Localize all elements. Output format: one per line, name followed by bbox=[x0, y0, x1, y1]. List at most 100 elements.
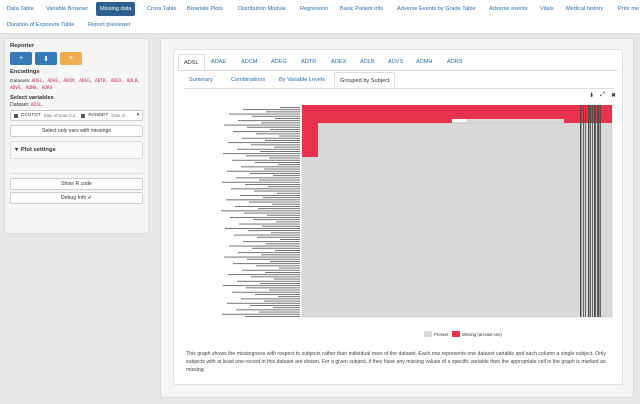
heatmap-row-label bbox=[277, 192, 300, 194]
plot-settings-toggle[interactable]: ▾ Plot settings bbox=[10, 141, 143, 159]
heatmap-row-label bbox=[248, 230, 300, 232]
tab-summary[interactable]: Summary bbox=[184, 72, 218, 88]
tab-adlb[interactable]: ADLB bbox=[355, 54, 380, 70]
heatmap-column-marker bbox=[580, 105, 582, 317]
nav-tab-data-table[interactable]: Data Table bbox=[3, 2, 38, 16]
tab-adcm[interactable]: ADCM bbox=[236, 54, 262, 70]
nav-tab-variable-browser[interactable]: Variable Browser bbox=[42, 2, 92, 16]
heatmap-row-label bbox=[239, 223, 300, 225]
heatmap-separator bbox=[318, 123, 564, 124]
reset-report-button[interactable]: × bbox=[60, 52, 82, 65]
heatmap-row-label bbox=[245, 316, 300, 317]
heatmap-row-label bbox=[270, 261, 300, 262]
nav-tab-distribution-module[interactable]: Distribution Module bbox=[234, 2, 290, 16]
tabs-divider bbox=[178, 70, 618, 71]
tab-adae[interactable]: ADAE bbox=[206, 54, 231, 70]
heatmap-column-marker bbox=[600, 105, 601, 317]
download-report-button[interactable]: ⬇ bbox=[35, 52, 57, 65]
heatmap-row-label bbox=[257, 236, 300, 238]
heatmap-row-label bbox=[222, 313, 300, 315]
encodings-sidebar: Reporter + ⬇ × Encodings Datasets: ADSL,… bbox=[4, 38, 149, 234]
heatmap-row-label bbox=[232, 291, 300, 293]
heatmap-row-label bbox=[223, 285, 300, 287]
tab-combinations[interactable]: Combinations bbox=[226, 72, 270, 88]
heatmap-row-label bbox=[240, 195, 300, 196]
dataset-label: Dataset: bbox=[10, 102, 30, 108]
heatmap-row-label bbox=[250, 305, 300, 306]
close-icon[interactable]: ✖ bbox=[611, 92, 616, 99]
heatmap-row-label bbox=[272, 203, 300, 205]
heatmap-row-label bbox=[236, 177, 300, 179]
heatmap-row-label bbox=[223, 153, 300, 155]
debug-info-button[interactable]: Debug Info ✔ bbox=[10, 192, 143, 204]
reporter-label: Reporter bbox=[10, 43, 35, 49]
add-card-button[interactable]: + bbox=[10, 52, 32, 65]
tab-advs[interactable]: ADVS bbox=[383, 54, 408, 70]
heatmap-row-label bbox=[266, 243, 300, 245]
dataset-value: ADSL bbox=[30, 103, 42, 108]
nav-tab-basic-patient-info[interactable]: Basic Patient info bbox=[336, 2, 387, 16]
heatmap-row-label bbox=[245, 184, 300, 185]
heatmap-row-label bbox=[280, 107, 300, 108]
heatmap-row-label bbox=[252, 115, 300, 117]
tab-adex[interactable]: ADEX bbox=[326, 54, 351, 70]
heatmap-row-label bbox=[251, 276, 300, 278]
expand-icon[interactable]: ⤢ bbox=[600, 92, 605, 99]
heatmap-row-label bbox=[278, 164, 300, 166]
variable-select[interactable]: DCUTDT Date of Data Cut... RANDDT Date o… bbox=[10, 110, 143, 121]
tab-grouped-by-subject[interactable]: Grouped by Subject bbox=[334, 72, 396, 88]
heatmap-row-label bbox=[233, 131, 300, 133]
nav-tab-cross-table[interactable]: Cross Table bbox=[143, 2, 180, 16]
download-icon[interactable]: ⬇ bbox=[589, 92, 594, 99]
nav-tab-vitals[interactable]: Vitals bbox=[536, 2, 558, 16]
heatmap-row-label bbox=[261, 254, 300, 256]
nav-tab-medical-history[interactable]: Medical history bbox=[562, 2, 607, 16]
selected-var-name: RANDDT bbox=[88, 113, 109, 118]
heatmap-cell-present bbox=[452, 119, 466, 122]
nav-tab-duration-of-exposure[interactable]: Duration of Exposure Table bbox=[3, 18, 78, 32]
nav-tab-ae-by-grade[interactable]: Adverse Events by Grade Table bbox=[393, 2, 480, 16]
heatmap-row-label bbox=[255, 294, 300, 295]
show-r-code-button[interactable]: Show R code bbox=[10, 178, 143, 190]
heatmap-row-label bbox=[227, 302, 300, 304]
heatmap-row-label bbox=[222, 181, 300, 183]
heatmap-row-label bbox=[265, 140, 300, 141]
heatmap-row-label bbox=[280, 239, 300, 240]
heatmap-row-label bbox=[226, 199, 300, 201]
nav-tab-prior-me[interactable]: Prior me bbox=[614, 2, 640, 16]
heatmap-row-label bbox=[247, 126, 300, 128]
heatmap-row-label bbox=[242, 269, 300, 271]
nav-tab-regression[interactable]: Regression bbox=[296, 2, 332, 16]
heatmap-row-label bbox=[237, 280, 300, 282]
nav-tab-bivariate-plots[interactable]: Bivariate Plots bbox=[183, 2, 227, 16]
tab-adeg[interactable]: ADEG bbox=[266, 54, 292, 70]
legend-swatch-missing bbox=[452, 331, 460, 337]
heatmap-row-label bbox=[256, 133, 300, 135]
plot-settings-label: Plot settings bbox=[20, 147, 56, 153]
chevron-down-icon: ▾ bbox=[136, 113, 139, 118]
top-navigation: Data Table Variable Browser Missing data… bbox=[0, 0, 640, 34]
legend-label-missing: Missing (at least one) bbox=[462, 332, 502, 337]
heatmap-cell-missing bbox=[302, 105, 612, 113]
heatmap-row-label bbox=[264, 300, 300, 302]
heatmap-column-marker bbox=[583, 105, 584, 317]
nav-tab-report-previewer[interactable]: Report previewer bbox=[84, 18, 135, 32]
tab-adsl[interactable]: ADSL bbox=[178, 54, 205, 70]
tab-adrs[interactable]: ADRS bbox=[442, 54, 468, 70]
datasets-value: ADSL, ADAE, ADCM, ADEG, ADTR, ADEX, ADLB… bbox=[10, 79, 140, 91]
nav-tab-missing-data[interactable]: Missing data bbox=[96, 2, 136, 16]
heatmap-row-label bbox=[269, 157, 300, 159]
dataset-line: Dataset: ADSL bbox=[10, 102, 143, 108]
selected-var-name: DCUTDT bbox=[21, 113, 41, 118]
heatmap-cell-missing bbox=[302, 113, 318, 157]
heatmap-row-label bbox=[247, 258, 300, 260]
heatmap-row-label bbox=[254, 190, 300, 192]
heatmap-row-label bbox=[256, 265, 300, 267]
tab-admh[interactable]: ADMH bbox=[411, 54, 437, 70]
select-only-missings-button[interactable]: Select only vars with missings bbox=[10, 125, 143, 137]
main-panel: ADSL ADAE ADCM ADEG ADTR ADEX ADLB ADVS … bbox=[160, 38, 634, 398]
nav-tab-adverse-events[interactable]: Adverse events bbox=[485, 2, 532, 16]
heatmap-row-label bbox=[264, 168, 300, 170]
tab-by-variable-levels[interactable]: By Variable Levels bbox=[274, 72, 330, 88]
tab-adtr[interactable]: ADTR bbox=[296, 54, 321, 70]
